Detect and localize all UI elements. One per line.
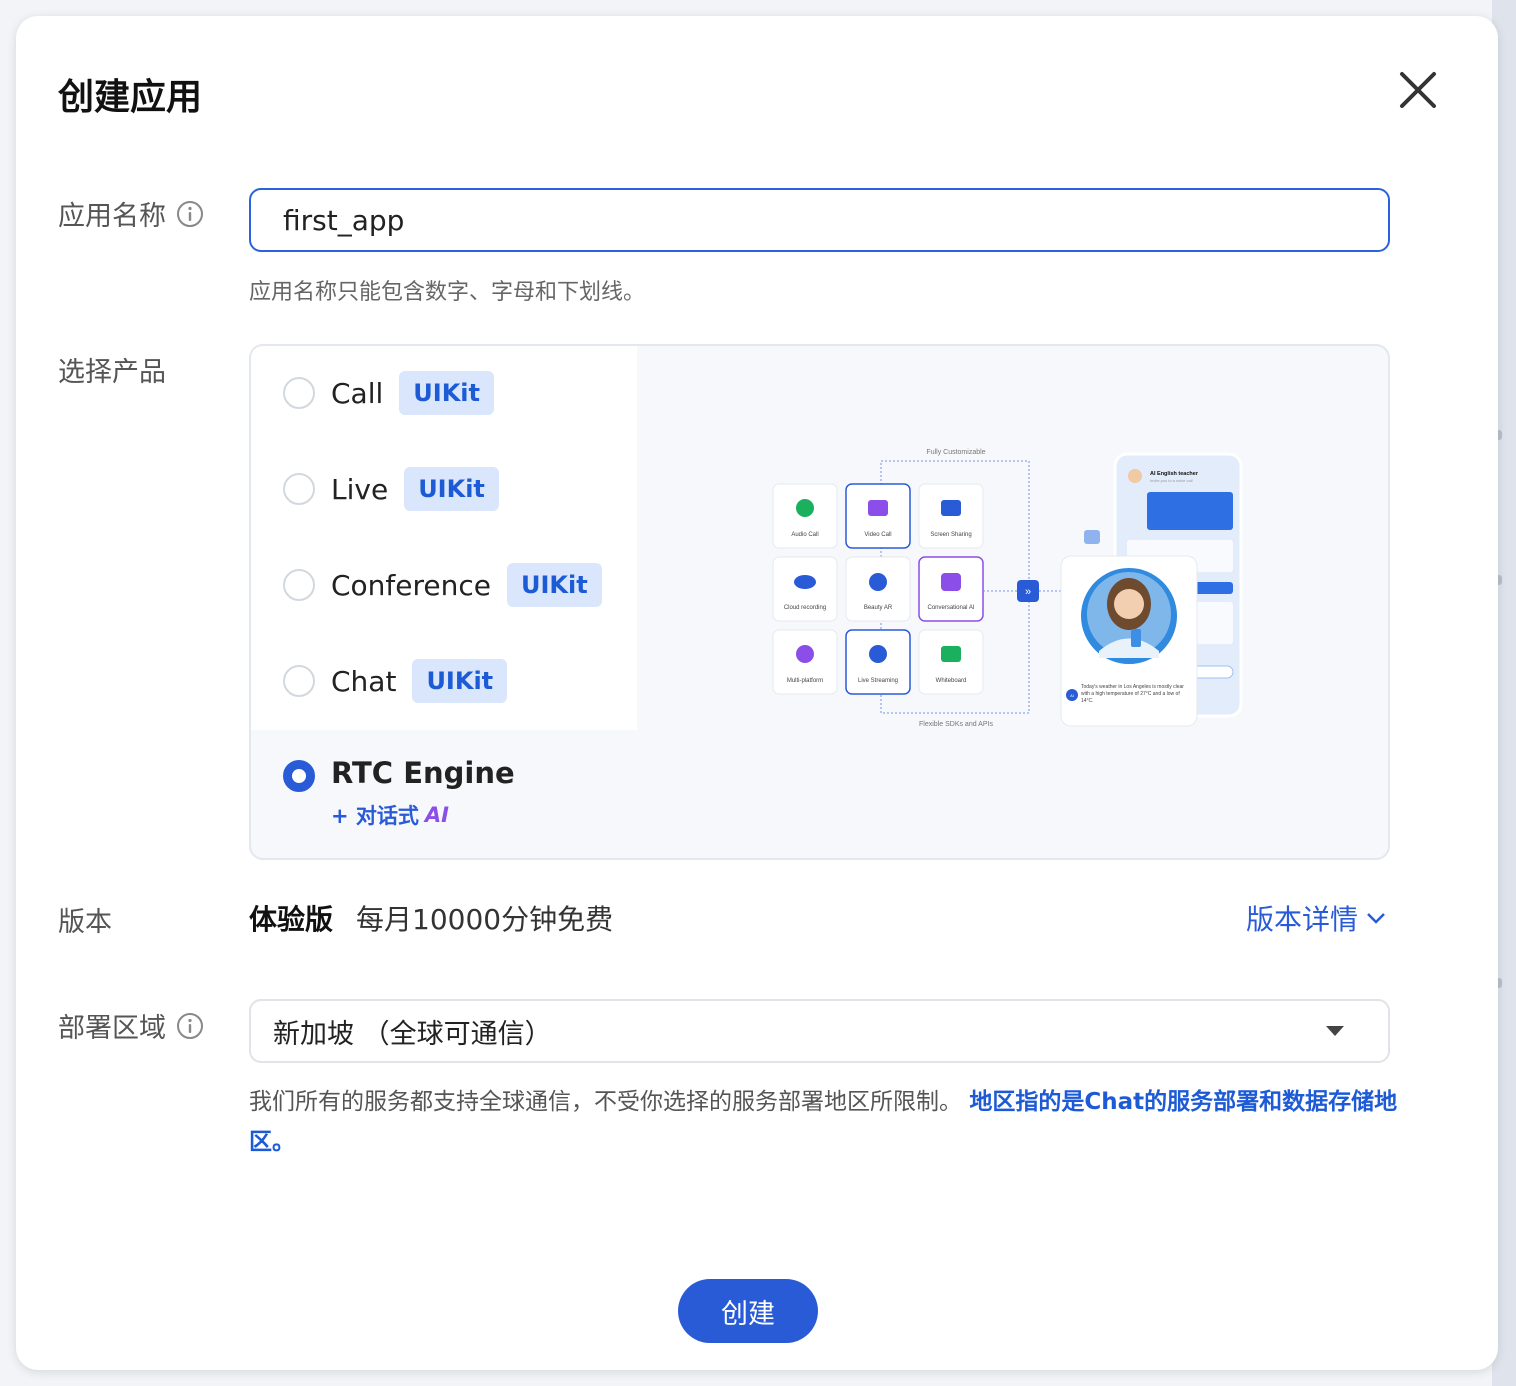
feature-tile-cloud-recording: Cloud recording — [772, 556, 838, 622]
radio-call[interactable] — [283, 377, 315, 409]
svg-text:Whiteboard: Whiteboard — [936, 678, 967, 684]
rtc-addon-label: + 对话式 — [331, 804, 419, 828]
region-select[interactable]: 新加坡 （全球可通信） — [249, 999, 1390, 1063]
app-name-label-text: 应用名称 — [58, 201, 166, 232]
voice-call-text: Today's weather in Los Angeles is mostly… — [1081, 684, 1184, 704]
feature-tile-conversational-ai: Conversational AI — [918, 556, 984, 622]
uikit-tag: UIKit — [399, 371, 494, 415]
svg-text:»: » — [1025, 586, 1031, 598]
rtc-feature-illustration: Fully Customizable Flexible SDKs and API… — [772, 449, 1243, 728]
voice-call-card: AI Today's weather in Los Angeles is mos… — [1060, 555, 1198, 727]
feature-tile-beauty-ar: Beauty AR — [845, 556, 911, 622]
region-label: 部署区域 — [58, 1006, 204, 1045]
svg-text:Beauty AR: Beauty AR — [864, 605, 893, 611]
product-name: Conference — [331, 568, 492, 602]
feature-tile-whiteboard: Whiteboard — [918, 629, 984, 695]
product-option-call[interactable]: Call UIKit — [283, 368, 494, 418]
rtc-engine-addon: + 对话式 AI — [331, 800, 515, 830]
create-button[interactable]: 创建 — [678, 1279, 818, 1343]
uikit-tag: UIKit — [404, 467, 499, 511]
svg-text:AI English teacher: AI English teacher — [1150, 471, 1199, 477]
svg-text:Cloud recording: Cloud recording — [784, 605, 826, 611]
svg-text:Multi-platform: Multi-platform — [787, 678, 823, 684]
svg-text:AI: AI — [1070, 693, 1074, 698]
version-description: 每月10000分钟免费 — [356, 903, 614, 936]
illustration-bottom-caption: Flexible SDKs and APIs — [919, 721, 993, 728]
product-name: Call — [331, 376, 384, 410]
svg-text:Audio Call: Audio Call — [791, 532, 818, 538]
svg-text:Live Streaming: Live Streaming — [858, 678, 898, 684]
caret-down-icon — [1326, 1026, 1344, 1036]
product-selector: Call UIKit Live UIKit Conference UIKit C… — [249, 344, 1390, 860]
svg-text:Invite you to a voice call: Invite you to a voice call — [1150, 478, 1193, 483]
region-label-text: 部署区域 — [58, 1013, 166, 1044]
close-button[interactable] — [1394, 66, 1442, 114]
product-option-live[interactable]: Live UIKit — [283, 464, 499, 514]
radio-chat[interactable] — [283, 665, 315, 697]
close-icon — [1400, 72, 1436, 108]
svg-text:Conversational AI: Conversational AI — [927, 605, 974, 611]
uikit-tag: UIKit — [507, 563, 602, 607]
feature-tile-screen-sharing: Screen Sharing — [918, 483, 984, 549]
region-note: 我们所有的服务都支持全球通信，不受你选择的服务部署地区所限制。 地区指的是Cha… — [249, 1082, 1399, 1162]
product-label: 选择产品 — [58, 350, 166, 389]
uikit-product-list: Call UIKit Live UIKit Conference UIKit C… — [251, 346, 637, 730]
chat-bubble-icon — [1084, 530, 1100, 544]
version-name: 体验版 — [249, 903, 334, 936]
radio-conference[interactable] — [283, 569, 315, 601]
version-label: 版本 — [58, 900, 112, 939]
version-details-text: 版本详情 — [1246, 903, 1359, 936]
app-name-input[interactable] — [249, 188, 1390, 252]
feature-tile-multi-platform: Multi-platform — [772, 629, 838, 695]
product-name: Chat — [331, 664, 397, 698]
region-selected-value: 新加坡 （全球可通信） — [273, 1018, 552, 1050]
radio-live[interactable] — [283, 473, 315, 505]
create-app-dialog: 创建应用 应用名称 应用名称只能包含数字、字母和下划线。 选择产品 Call U… — [16, 16, 1498, 1370]
version-label-text: 版本 — [58, 907, 112, 938]
illustration-top-caption: Fully Customizable — [926, 449, 985, 456]
uikit-tag: UIKit — [412, 659, 508, 703]
info-icon[interactable] — [176, 1012, 204, 1040]
ai-icon: AI — [424, 803, 449, 827]
dialog-title: 创建应用 — [58, 77, 203, 118]
app-name-label: 应用名称 — [58, 194, 204, 233]
rtc-engine-name: RTC Engine — [331, 756, 515, 790]
product-option-rtc-engine[interactable]: RTC Engine + 对话式 AI — [283, 756, 515, 830]
svg-text:Screen Sharing: Screen Sharing — [930, 532, 971, 538]
app-name-hint: 应用名称只能包含数字、字母和下划线。 — [249, 280, 646, 305]
radio-rtc-engine[interactable] — [283, 760, 315, 792]
product-option-conference[interactable]: Conference UIKit — [283, 560, 602, 610]
feature-tile-video-call: Video Call — [845, 483, 911, 549]
svg-text:Video Call: Video Call — [864, 532, 891, 538]
product-name: Live — [331, 472, 389, 506]
chevron-down-icon — [1367, 913, 1385, 924]
product-label-text: 选择产品 — [58, 357, 166, 388]
feature-tile-live-streaming: Live Streaming — [845, 629, 911, 695]
version-details-link[interactable]: 版本详情 — [1246, 898, 1388, 938]
region-note-text: 我们所有的服务都支持全球通信，不受你选择的服务部署地区所限制。 — [249, 1089, 962, 1115]
product-option-chat[interactable]: Chat UIKit — [283, 656, 508, 706]
feature-tile-audio-call: Audio Call — [772, 483, 838, 549]
info-icon[interactable] — [176, 200, 204, 228]
